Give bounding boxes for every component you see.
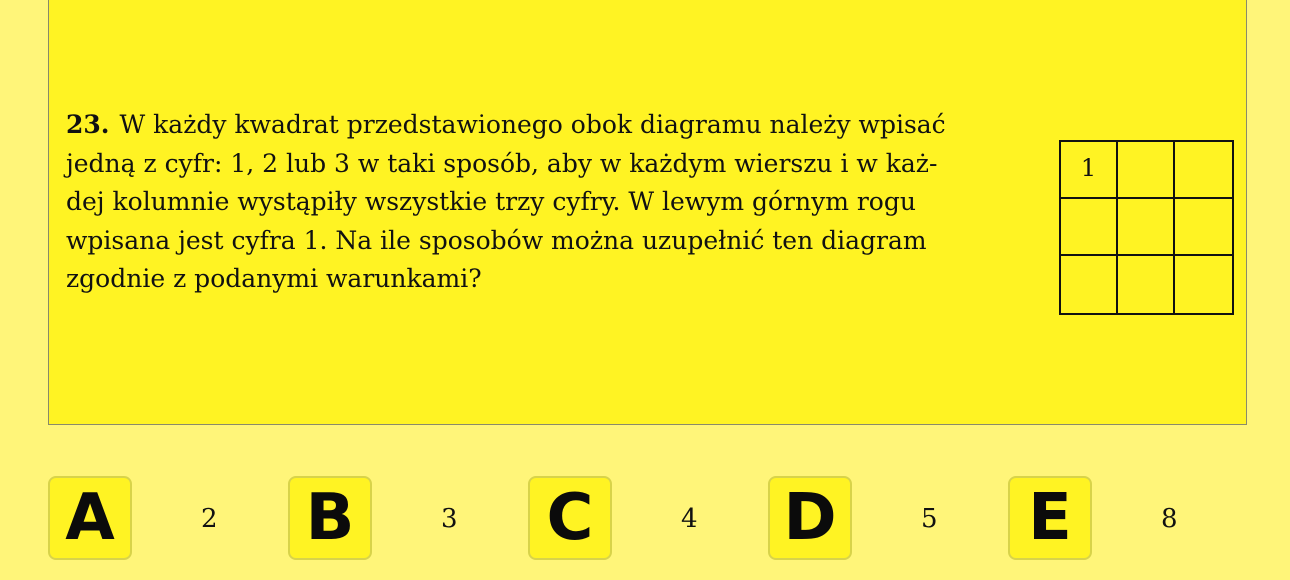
grid-cell (1175, 142, 1232, 199)
answer-e-button[interactable]: E (1008, 476, 1092, 560)
answer-a-value: 2 (201, 504, 218, 534)
grid-cell (1175, 199, 1232, 256)
answer-c-value: 4 (681, 504, 698, 534)
grid-cell (1061, 199, 1118, 256)
answer-a-button[interactable]: A (48, 476, 132, 560)
grid-cell (1061, 256, 1118, 313)
question-line-2: jedną z cyfr: 1, 2 lub 3 w taki sposób, … (66, 148, 938, 178)
answer-b-button[interactable]: B (288, 476, 372, 560)
question-line-3: dej kolumnie wystąpiły wszystkie trzy cy… (66, 187, 916, 216)
number-grid: 1 (1059, 140, 1234, 315)
grid-cell (1175, 256, 1232, 313)
grid-cell (1118, 256, 1175, 313)
answer-options: A 2 B 3 C 4 D 5 E 8 (0, 476, 1290, 564)
question-line-5: zgodnie z podanymi warunkami? (66, 264, 482, 293)
answer-c-button[interactable]: C (528, 476, 612, 560)
grid-cell (1118, 142, 1175, 199)
question-line-1: W każdy kwadrat przedstawionego obok dia… (119, 110, 946, 139)
question-number: 23. (66, 110, 110, 139)
question-panel: 23. W każdy kwadrat przedstawionego obok … (48, 0, 1247, 425)
grid-cell (1118, 199, 1175, 256)
answer-e-value: 8 (1161, 504, 1178, 534)
grid-cell: 1 (1061, 142, 1118, 199)
answer-d-button[interactable]: D (768, 476, 852, 560)
question-line-4: wpisana jest cyfra 1. Na ile sposobów mo… (66, 225, 927, 255)
answer-b-value: 3 (441, 504, 458, 534)
answer-d-value: 5 (921, 504, 938, 534)
question-text: 23. W każdy kwadrat przedstawionego obok … (66, 106, 986, 299)
